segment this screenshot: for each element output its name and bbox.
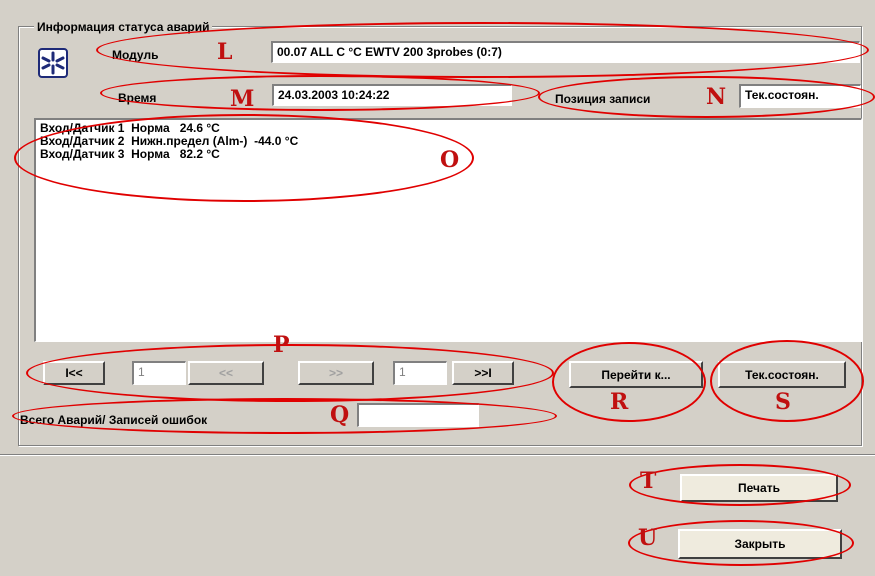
marker-s: S — [775, 389, 791, 415]
prev-record-button[interactable]: << — [188, 361, 264, 385]
right-index-field[interactable]: 1 — [393, 361, 447, 385]
module-field: 00.07 ALL C °C EWTV 200 3probes (0:7) — [271, 41, 860, 63]
module-label: Модуль — [112, 48, 159, 62]
last-record-button[interactable]: >>I — [452, 361, 514, 385]
current-state-button[interactable]: Тек.состоян. — [718, 361, 846, 388]
marker-l: L — [217, 39, 233, 65]
next-record-button[interactable]: >> — [298, 361, 374, 385]
marker-o: O — [440, 147, 460, 173]
print-button[interactable]: Печать — [680, 474, 838, 502]
time-field: 24.03.2003 10:24:22 — [272, 84, 512, 106]
marker-u: U — [638, 525, 658, 551]
close-button[interactable]: Закрыть — [678, 529, 842, 559]
record-position-label: Позиция записи — [555, 92, 651, 106]
time-label: Время — [118, 91, 157, 105]
goto-button[interactable]: Перейти к... — [569, 361, 703, 388]
record-position-field: Тек.состоян. — [739, 84, 861, 108]
first-record-button[interactable]: I<< — [43, 361, 105, 385]
total-field — [357, 403, 479, 427]
group-title: Информация статуса аварий — [34, 20, 213, 34]
left-index-field[interactable]: 1 — [132, 361, 186, 385]
marker-t: T — [640, 468, 657, 494]
marker-m: M — [230, 86, 255, 112]
marker-r: R — [610, 389, 629, 415]
marker-q: Q — [330, 402, 350, 428]
marker-p: P — [273, 332, 290, 358]
total-label: Всего Аварий/ Записей ошибок — [20, 413, 208, 427]
divider — [0, 454, 875, 456]
app-logo-icon — [38, 48, 68, 78]
marker-n: N — [706, 84, 727, 110]
